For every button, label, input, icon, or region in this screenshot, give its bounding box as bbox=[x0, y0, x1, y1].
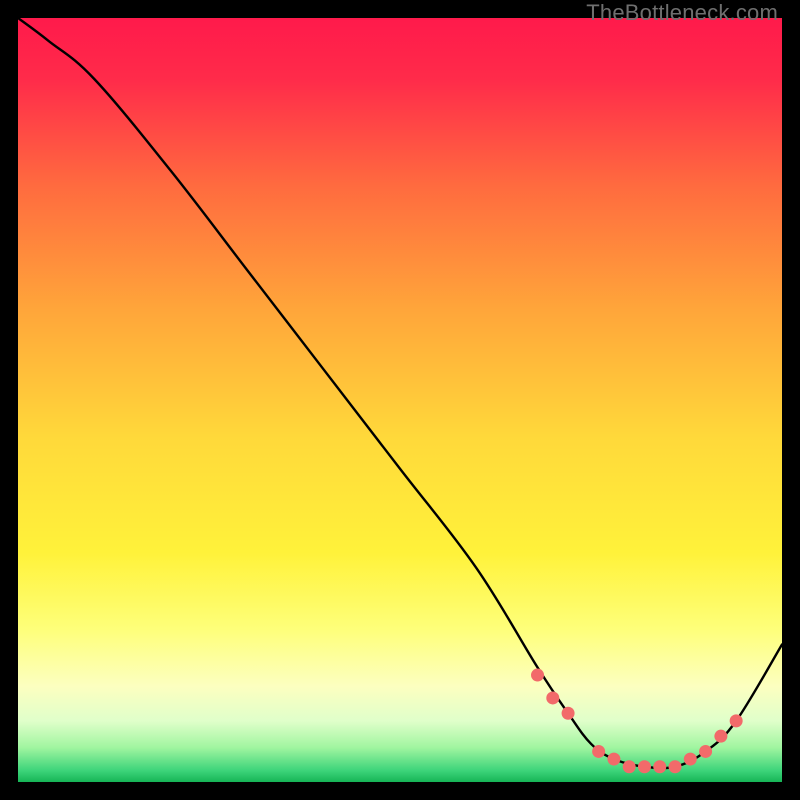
curve-marker bbox=[592, 745, 605, 758]
curve-marker bbox=[669, 760, 682, 773]
curve-marker bbox=[638, 760, 651, 773]
curve-marker bbox=[607, 753, 620, 766]
chart-frame bbox=[18, 18, 782, 782]
curve-marker bbox=[531, 669, 544, 682]
watermark-text: TheBottleneck.com bbox=[586, 0, 778, 26]
bottleneck-chart bbox=[18, 18, 782, 782]
curve-marker bbox=[653, 760, 666, 773]
curve-marker bbox=[546, 691, 559, 704]
curve-marker bbox=[699, 745, 712, 758]
curve-marker bbox=[623, 760, 636, 773]
curve-marker bbox=[730, 714, 743, 727]
curve-marker bbox=[562, 707, 575, 720]
gradient-background bbox=[18, 18, 782, 782]
curve-marker bbox=[684, 753, 697, 766]
curve-marker bbox=[714, 730, 727, 743]
